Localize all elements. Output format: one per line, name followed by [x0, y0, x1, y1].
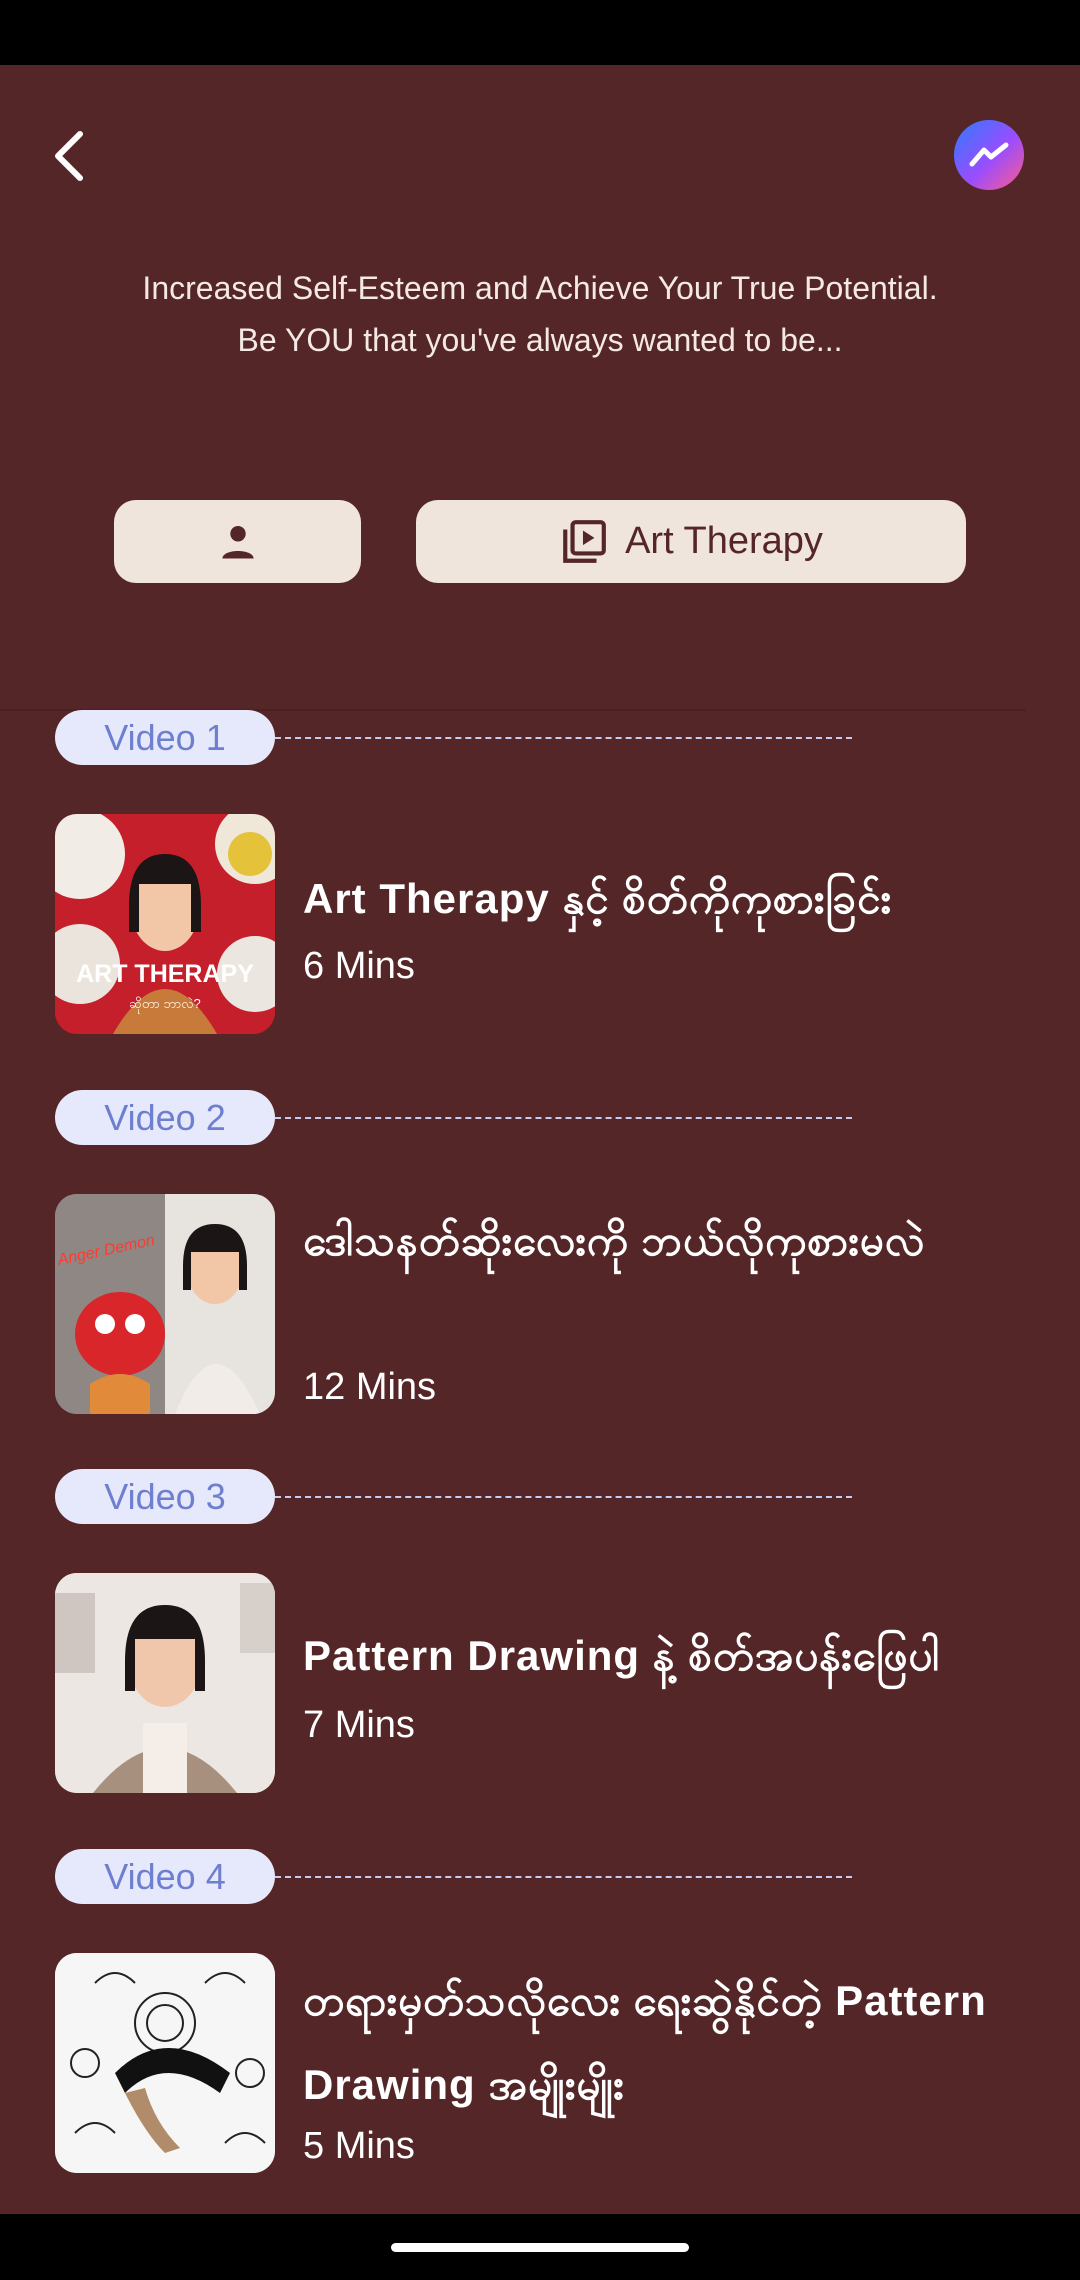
video-duration: 12 Mins — [303, 1366, 437, 1408]
navigation-bar — [0, 2214, 1080, 2280]
art-therapy-tab-label: Art Therapy — [625, 520, 823, 562]
home-indicator[interactable] — [391, 2243, 689, 2252]
tagline: Increased Self-Esteem and Achieve Your T… — [0, 262, 1080, 366]
video-title: Art Therapy နှင့် စိတ်ကိုကုစားခြင်း — [303, 875, 892, 922]
video-duration: 6 Mins — [303, 945, 415, 987]
video-badge: Video 2 — [55, 1090, 275, 1145]
status-bar — [0, 0, 1080, 65]
thumbnail-subcaption: ဆိုတာ ဘာလဲ? — [129, 996, 201, 1011]
video-title: Pattern Drawing နဲ့ စိတ်အပန်းဖြေပါ — [303, 1632, 941, 1679]
art-therapy-tab-button[interactable]: Art Therapy — [416, 500, 966, 583]
video-badge: Video 1 — [55, 710, 275, 765]
messenger-icon — [969, 142, 1009, 167]
person-icon — [221, 525, 254, 558]
video-title: တရားမှတ်သလိုလေး ရေးဆွဲနိုင်တဲ့ Pattern D… — [303, 1977, 987, 2108]
messenger-button[interactable] — [954, 120, 1024, 190]
video-title: ဒေါသနတ်ဆိုးလေးကို ဘယ်လိုကုစားမလဲ — [303, 1217, 926, 1264]
back-button[interactable] — [48, 128, 92, 184]
thumbnail-caption: ART THERAPY — [76, 960, 254, 988]
dashed-divider — [275, 1876, 852, 1878]
tagline-line-2: Be YOU that you've always wanted to be..… — [237, 322, 843, 358]
video-duration: 7 Mins — [303, 1704, 415, 1746]
video-library-icon — [563, 519, 606, 563]
video-duration: 5 Mins — [303, 2125, 415, 2167]
video-thumbnail[interactable] — [55, 1573, 275, 1793]
video-badge: Video 3 — [55, 1469, 275, 1524]
tagline-line-1: Increased Self-Esteem and Achieve Your T… — [142, 270, 938, 306]
dashed-divider — [275, 737, 852, 739]
video-thumbnail[interactable] — [55, 1953, 275, 2173]
video-badge: Video 4 — [55, 1849, 275, 1904]
dashed-divider — [275, 1496, 852, 1498]
video-thumbnail[interactable]: Anger Demon — [55, 1194, 275, 1414]
video-thumbnail[interactable]: ART THERAPY ဆိုတာ ဘာလဲ? — [55, 814, 275, 1034]
chevron-left-icon — [55, 131, 83, 181]
dashed-divider — [275, 1117, 852, 1119]
profile-tab-button[interactable] — [114, 500, 361, 583]
